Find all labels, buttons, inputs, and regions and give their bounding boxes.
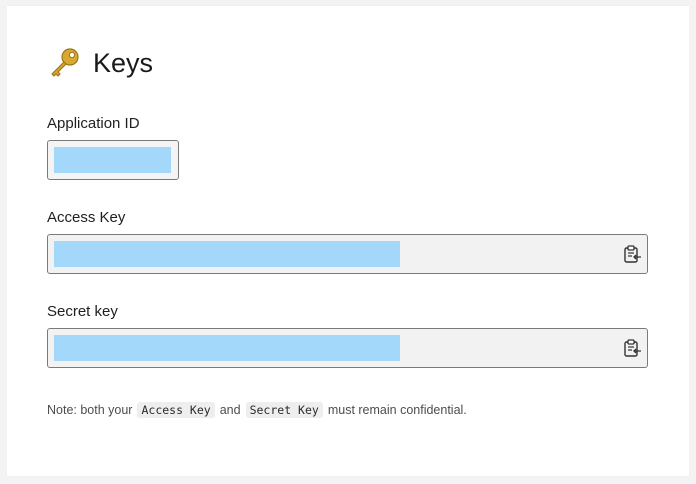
access-key-code: Access Key	[137, 402, 215, 418]
note-middle: and	[219, 403, 241, 417]
access-key-label: Access Key	[47, 209, 126, 226]
secret-key-label: Secret key	[47, 303, 118, 320]
note-prefix: Note: both your	[47, 403, 133, 417]
page-heading: Keys	[47, 46, 153, 80]
access-key-field[interactable]	[47, 234, 648, 274]
page-title: Keys	[93, 48, 154, 78]
application-id-field[interactable]	[47, 140, 179, 180]
confidentiality-note: Note: both your Access Key and Secret Ke…	[47, 402, 467, 418]
clipboard-copy-icon[interactable]	[622, 338, 642, 358]
key-icon	[47, 46, 81, 80]
secret-key-field[interactable]	[47, 328, 648, 368]
clipboard-copy-icon[interactable]	[622, 244, 642, 264]
keys-card: Keys Application ID Access Key Secret ke…	[7, 6, 689, 476]
secret-key-code: Secret Key	[245, 402, 323, 418]
application-id-label: Application ID	[47, 115, 140, 132]
redacted-value	[54, 335, 400, 361]
redacted-value	[54, 241, 400, 267]
redacted-value	[54, 147, 171, 173]
note-suffix: must remain confidential.	[327, 403, 467, 417]
